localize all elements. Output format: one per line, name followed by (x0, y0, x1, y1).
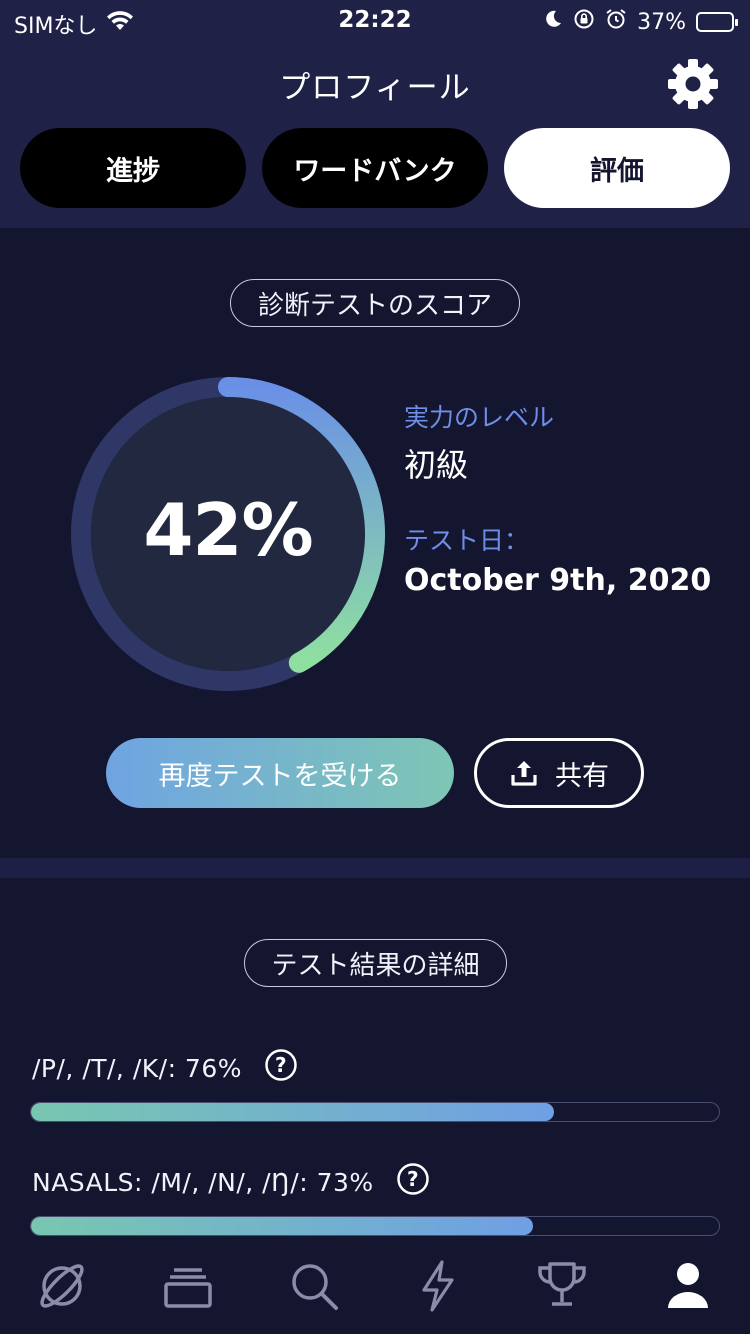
rotation-lock-icon (573, 8, 595, 36)
progress-bar-nasals (30, 1216, 720, 1236)
tab-word-bank[interactable]: ワードバンク (262, 128, 488, 208)
level-label: 実力のレベル (404, 403, 555, 432)
retake-test-label: 再度テストを受ける (158, 760, 402, 792)
section-divider (0, 858, 750, 878)
share-label: 共有 (555, 760, 609, 792)
moon-icon (543, 9, 563, 35)
status-bar: SIMなし 22:22 37% (0, 0, 750, 44)
settings-button[interactable] (666, 57, 720, 111)
profile-icon (668, 1263, 708, 1308)
score-percent: 42% (143, 488, 313, 572)
nav-search[interactable] (284, 1258, 344, 1314)
result-label-text: /P/, /T/, /K/: 76% (32, 1053, 243, 1083)
progress-fill (31, 1103, 554, 1121)
bottom-tab-bar (0, 1236, 750, 1334)
details-section-title: テスト結果の詳細 (244, 939, 507, 987)
battery-icon (696, 12, 738, 32)
retake-test-button[interactable]: 再度テストを受ける (106, 738, 454, 808)
tab-progress[interactable]: 進捗 (20, 128, 246, 208)
progress-bar-ptk (30, 1102, 720, 1122)
result-label-text: NASALS: /M/, /N/, /Ŋ/: 73% (32, 1167, 374, 1197)
share-icon (511, 761, 537, 786)
cards-stack-icon (164, 1268, 212, 1308)
score-section-title: 診断テストのスコア (230, 279, 520, 327)
status-right: 37% (543, 8, 738, 36)
gear-icon (668, 59, 718, 109)
share-button[interactable]: 共有 (474, 738, 644, 808)
planet-icon (40, 1264, 84, 1308)
progress-fill (31, 1217, 534, 1235)
svg-text:?: ? (407, 1167, 419, 1191)
test-date-label: テスト日： (404, 526, 530, 555)
segment-tabs: 進捗 ワードバンク 評価 (20, 128, 730, 208)
trophy-icon (538, 1262, 586, 1306)
tab-evaluation[interactable]: 評価 (504, 128, 730, 208)
help-icon[interactable]: ? (264, 1048, 298, 1088)
page-title: プロフィール (279, 70, 471, 106)
search-icon (292, 1264, 338, 1310)
svg-text:?: ? (275, 1053, 287, 1077)
nav-quick-practice[interactable] (408, 1258, 468, 1314)
result-row-label-ptk: /P/, /T/, /K/: 76% ? (32, 1048, 298, 1088)
result-row-label-nasals: NASALS: /M/, /N/, /Ŋ/: 73% ? (32, 1162, 430, 1202)
battery-percent: 37% (637, 9, 686, 35)
lightning-icon (422, 1260, 454, 1312)
help-icon[interactable]: ? (396, 1162, 430, 1202)
nav-cards[interactable] (158, 1258, 218, 1314)
alarm-icon (605, 8, 627, 36)
nav-achievements[interactable] (532, 1258, 592, 1314)
level-value: 初級 (404, 446, 469, 484)
test-date-value: October 9th, 2020 (404, 563, 712, 598)
nav-explore[interactable] (32, 1258, 92, 1314)
nav-profile[interactable] (658, 1258, 718, 1314)
